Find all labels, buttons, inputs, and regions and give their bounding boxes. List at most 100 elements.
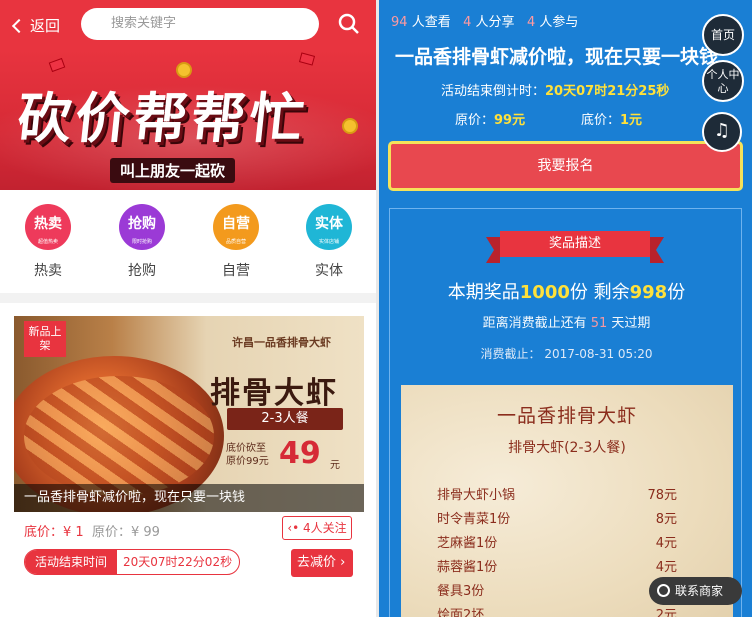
- deadline-pre: 距离消费截止还有: [482, 316, 587, 331]
- price-row: 底价：¥ 1 原价：¥ 99: [24, 521, 160, 540]
- hot-icon: 热卖 超值热卖: [25, 204, 71, 250]
- category-store[interactable]: 实体 实体店铺 实体: [303, 204, 355, 280]
- menu-item-name: 时令青菜1份: [437, 512, 511, 527]
- search-icon[interactable]: [337, 12, 361, 36]
- deadline-days: 51: [590, 316, 608, 331]
- product-image[interactable]: 新品上架 许昌一品香排骨大虾 排骨大虾 2-3人餐 底价砍至 原价99元 49 元…: [14, 316, 364, 512]
- floor-label: 底价：: [24, 525, 64, 540]
- activity-title: 一品香排骨虾减价啦，现在只要一块钱: [395, 46, 719, 68]
- flash-icon-mini: 限时抢购: [131, 239, 152, 245]
- new-badge: 新品上架: [24, 321, 66, 357]
- countdown: 活动结束倒计时：20天07时21分25秒: [441, 80, 669, 99]
- menu-item-name: 餐具3份: [437, 584, 485, 599]
- prize-total: 1000: [519, 282, 570, 303]
- promo-banner[interactable]: 砍价帮帮忙 叫上朋友一起砍: [0, 50, 376, 190]
- follow-count: 4人关注: [303, 521, 347, 535]
- menu-row: 时令青菜1份 8元: [437, 508, 677, 527]
- menu-item-name: 芝麻酱1份: [437, 536, 498, 551]
- menu-row: 餐具3份3元: [437, 580, 677, 599]
- menu-item-price: 8元: [655, 512, 677, 527]
- views-count: 94: [391, 15, 408, 30]
- bargain-label: 去减价: [297, 555, 337, 570]
- follow-button[interactable]: ‹• 4人关注: [282, 516, 352, 540]
- top-bar: 返回 搜索关键字: [0, 0, 376, 50]
- prize-left: 998: [629, 282, 668, 303]
- banner-subtitle: 叫上朋友一起砍: [110, 158, 236, 183]
- prize-post: 份: [667, 282, 686, 303]
- floor-price: ¥ 1: [63, 525, 84, 540]
- menu-title: 一品香排骨大虾: [496, 405, 637, 427]
- self-run-icon: 自营 品质自营: [213, 204, 259, 250]
- menu-item-name: 排骨大虾小锅: [437, 488, 516, 503]
- product-card[interactable]: 新品上架 许昌一品香排骨大虾 排骨大虾 2-3人餐 底价砍至 原价99元 49 元…: [0, 303, 376, 617]
- stats-line: 94 人查看 4 人分享 4 人参与: [391, 11, 578, 30]
- views-label: 人查看: [411, 15, 451, 30]
- category-self[interactable]: 自营 品质自营 自营: [210, 204, 262, 280]
- expire-text: 消费截止： 2017-08-31 05:20: [390, 345, 743, 362]
- countdown-label: 活动结束倒计时：: [441, 84, 546, 99]
- expire-label: 消费截止：: [480, 347, 541, 361]
- category-hot[interactable]: 热卖 超值热卖 热卖: [22, 204, 74, 280]
- prize-pre: 本期奖品: [447, 282, 520, 303]
- joins-count: 4: [526, 15, 536, 30]
- orig-price: ¥ 99: [130, 525, 160, 540]
- prize-ribbon: 奖品描述: [486, 231, 664, 263]
- left-screen: 返回 搜索关键字 砍价帮帮忙 叫上朋友一起砍 热卖 超值热卖 热卖 抢购 限时抢购 …: [0, 0, 376, 617]
- image-price-unit: 元: [330, 460, 340, 471]
- image-top-text: 许昌一品香排骨大虾: [232, 336, 331, 349]
- menu-row: 蒜蓉酱1份 4元: [437, 556, 677, 575]
- category-label: 抢购: [128, 263, 156, 279]
- signup-button[interactable]: 我要报名: [388, 141, 743, 191]
- music-icon[interactable]: ♫: [702, 112, 742, 152]
- orig-label: 原价：: [91, 525, 131, 540]
- image-headline: 排骨大虾: [210, 376, 338, 411]
- chevron-left-icon: [11, 18, 27, 33]
- category-label: 实体: [315, 263, 343, 279]
- timer-box: 活动结束时间 20天07时22分02秒: [24, 549, 240, 575]
- phone-icon: [657, 584, 670, 597]
- image-price-line2: 原价99元: [226, 456, 269, 467]
- menu-item-price: 4元: [655, 560, 677, 575]
- prize-section: 奖品描述 本期奖品1000份 剩余998份 距离消费截止还有 51 天过期 消费…: [389, 208, 742, 617]
- menu-row: 烩面2坯 2元: [437, 604, 677, 617]
- tag-icon: ‹•: [287, 521, 300, 535]
- product-caption: 一品香排骨虾减价啦，现在只要一块钱: [14, 484, 364, 512]
- self-icon-text: 自营: [222, 216, 250, 232]
- search-input[interactable]: 搜索关键字: [81, 8, 319, 40]
- coin-icon: [342, 118, 358, 134]
- menu-item-price: 2元: [655, 608, 677, 617]
- timer-label: 活动结束时间: [25, 550, 117, 574]
- menu-item-name: 烩面2坯: [437, 608, 485, 617]
- store-icon-text: 实体: [315, 216, 343, 232]
- image-price-text: 底价砍至原价99元: [226, 442, 269, 468]
- shares-count: 4: [463, 15, 472, 30]
- red-envelope-icon: [48, 57, 66, 73]
- menu-row: 芝麻酱1份 4元: [437, 532, 677, 551]
- menu-item-price: 78元: [647, 488, 677, 503]
- right-screen: 94 人查看 4 人分享 4 人参与 一品香排骨虾减价啦，现在只要一块钱 活动结…: [379, 0, 752, 617]
- flash-icon-text: 抢购: [128, 216, 156, 232]
- store-icon: 实体 实体店铺: [306, 204, 352, 250]
- app-root: 返回 搜索关键字 砍价帮帮忙 叫上朋友一起砍 热卖 超值热卖 热卖 抢购 限时抢购 …: [0, 0, 752, 617]
- red-envelope-icon: [298, 52, 316, 66]
- price-info: 原价：99元 底价：1元: [455, 109, 695, 128]
- hot-icon-text: 热卖: [34, 216, 62, 232]
- store-icon-mini: 实体店铺: [318, 239, 339, 245]
- image-price-line1: 底价砍至: [226, 443, 266, 454]
- countdown-value: 20天07时21分25秒: [545, 84, 670, 99]
- deadline-post: 天过期: [611, 316, 651, 331]
- floor-value: 1元: [620, 113, 643, 128]
- image-set-label: 2-3人餐: [227, 408, 343, 430]
- banner-title: 砍价帮帮忙: [14, 87, 311, 150]
- contact-merchant-button[interactable]: 联系商家: [649, 577, 742, 605]
- personal-center-button[interactable]: 个人中心: [702, 60, 744, 102]
- bargain-button[interactable]: 去减价 ›: [291, 549, 353, 577]
- joins-label: 人参与: [539, 15, 579, 30]
- back-button[interactable]: 返回: [11, 15, 60, 36]
- menu-item-name: 蒜蓉酱1份: [437, 560, 498, 575]
- orig-label: 原价：: [455, 113, 495, 128]
- category-label: 热卖: [34, 263, 62, 279]
- category-flash[interactable]: 抢购 限时抢购 抢购: [116, 204, 168, 280]
- home-float-button[interactable]: 首页: [702, 14, 744, 56]
- contact-label: 联系商家: [675, 584, 724, 598]
